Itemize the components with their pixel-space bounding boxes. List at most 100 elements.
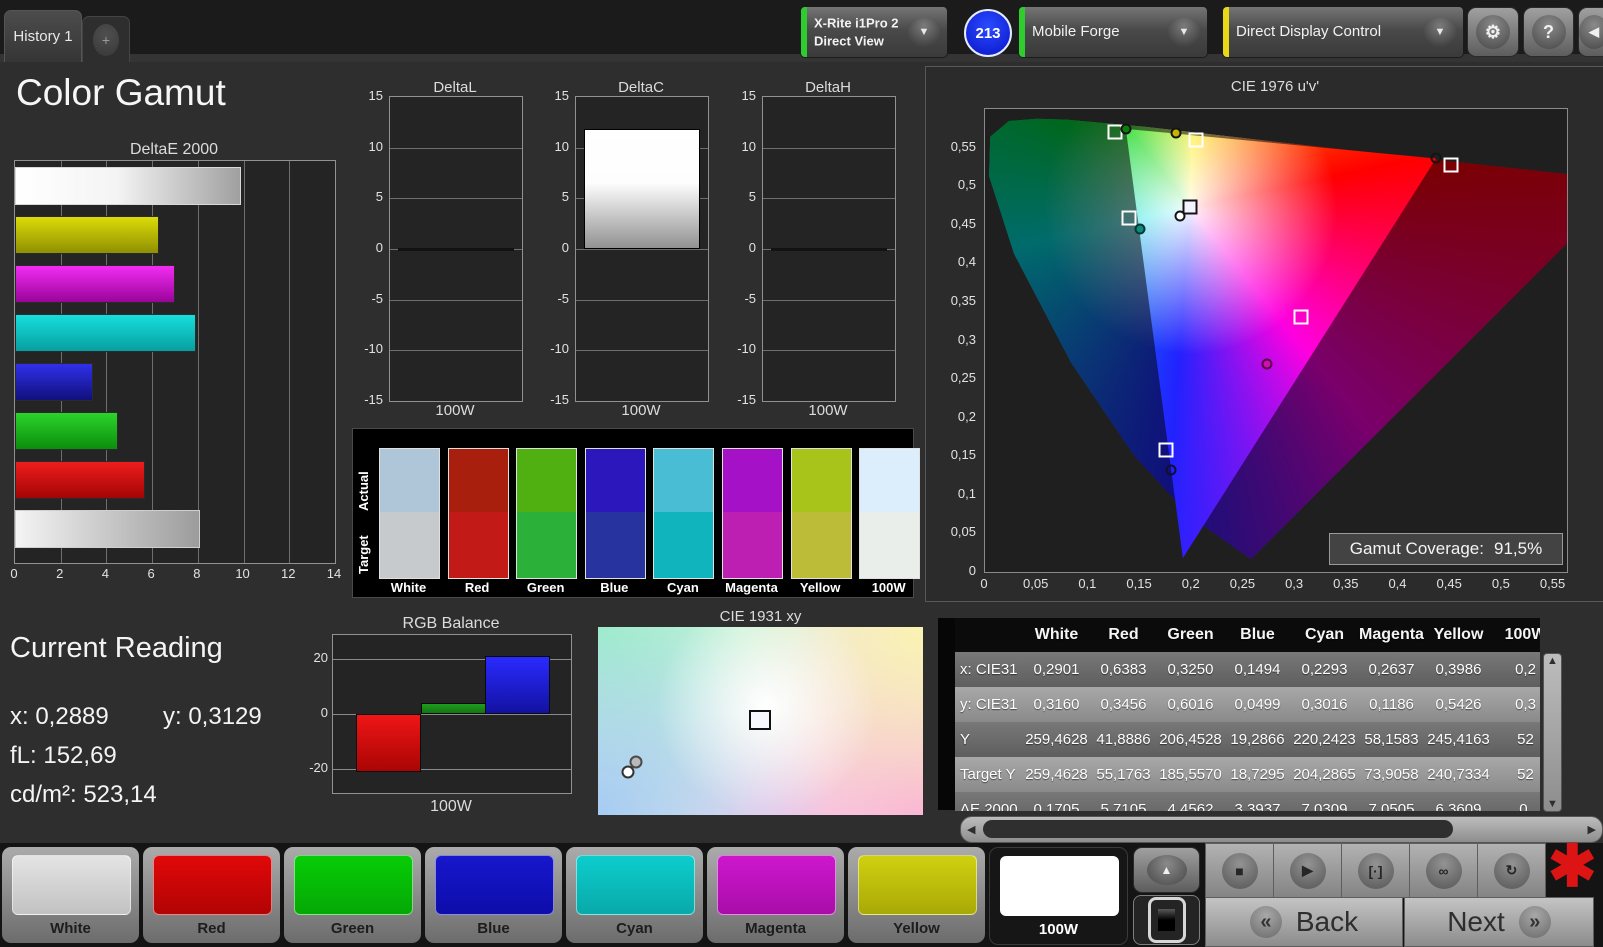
back-button[interactable]: « Back: [1205, 897, 1403, 947]
settings-button[interactable]: ⚙: [1467, 7, 1519, 57]
table-cell: 0,3: [1515, 696, 1536, 713]
table-cell: 0,2901: [1033, 661, 1080, 678]
question-icon: ?: [1531, 15, 1566, 49]
delta-y-tick-label: 10: [554, 138, 569, 154]
cie1976-y-tick-label: 0,5: [957, 177, 976, 193]
table-column-header: Blue: [1240, 626, 1275, 643]
play-button[interactable]: ▶: [1273, 843, 1342, 898]
pattern-swatch: [294, 855, 413, 915]
table-cell: 0,3456: [1100, 696, 1147, 713]
scroll-down-icon[interactable]: ▼: [1547, 798, 1558, 810]
stop-button[interactable]: ■: [1205, 843, 1274, 898]
cie1976-x-tick-label: 0: [980, 576, 988, 591]
deltae-x-tick-label: 6: [147, 566, 155, 581]
pattern-button-green[interactable]: Green: [284, 847, 421, 943]
pattern-button-label: Yellow: [893, 920, 940, 937]
swatch-target-color: [585, 512, 645, 578]
table-row[interactable]: x: CIE31 0,2901 0,6383 0,3250 0,1494 0,2293 0,…: [955, 652, 1540, 687]
table-row-label: y: CIE31: [960, 696, 1018, 713]
pattern-button-100w[interactable]: 100W: [989, 847, 1128, 945]
source-status-stripe: [1019, 7, 1025, 57]
window-pattern-button[interactable]: [1133, 895, 1200, 945]
reading-fL: fL: 152,69: [10, 742, 117, 769]
swatch-target-color: [654, 512, 714, 578]
cie1976-panel: CIE 1976 u'v' Gamut Coverage: 91,5% 0,55…: [925, 66, 1603, 602]
scroll-left-icon[interactable]: ◀: [967, 823, 975, 836]
meter-dropdown[interactable]: X-Rite i1Pro 2 Direct View ▼: [800, 6, 948, 58]
cie1976-y-tick-label: 0,1: [957, 485, 976, 501]
frame-button[interactable]: [·]: [1341, 843, 1410, 898]
deltae-x-tick-label: 10: [235, 566, 250, 581]
swatch-label: Magenta: [725, 580, 778, 595]
pattern-button-red[interactable]: Red: [143, 847, 280, 943]
table-cell: 73,9058: [1364, 766, 1419, 783]
deltae-chart-title: DeltaE 2000: [129, 141, 219, 158]
delta-chart-deltac: [575, 96, 709, 402]
table-cell: 0,0499: [1234, 696, 1281, 713]
delta-y-tick-label: -10: [364, 341, 383, 357]
delta-bar-zero: [771, 248, 887, 251]
delta-chart-title: DeltaC: [618, 79, 664, 96]
pattern-bar-expand-button[interactable]: ▲: [1133, 847, 1200, 893]
rgb-bar-blue: [485, 656, 551, 714]
table-row-label: Y: [960, 731, 971, 748]
current-reading-title: Current Reading: [10, 632, 223, 664]
swatch-magenta: [722, 448, 783, 579]
source-dropdown[interactable]: Mobile Forge ▼: [1018, 6, 1208, 58]
chevrons-left-icon: «: [1249, 906, 1282, 938]
table-row[interactable]: Y 259,4628 41,8886 206,4528 19,2866 220,2423 5…: [955, 722, 1540, 757]
swatch-white: [379, 448, 440, 579]
delta-bar: [584, 129, 700, 249]
table-row[interactable]: ΔE 2000 0,1705 5,7105 4,4562 3,3937 7,0309 7,0…: [955, 792, 1540, 811]
table-column-header: Yellow: [1433, 626, 1484, 643]
rgb-y-tick-label: 0: [320, 705, 328, 720]
display-control-status-stripe: [1223, 7, 1229, 57]
refresh-button[interactable]: ↻: [1477, 843, 1546, 898]
delta-y-tick-label: -5: [557, 290, 569, 306]
table-cell: 0,1186: [1369, 696, 1414, 713]
table-cell: 58,1583: [1364, 731, 1419, 748]
gridline: [763, 350, 895, 352]
delta-y-tick-label: 0: [748, 240, 756, 255]
table-row[interactable]: Target Y 259,4628 55,1763 185,5570 18,7295 20…: [955, 757, 1540, 792]
table-cell: 259,4628: [1025, 731, 1088, 748]
table-cell: 220,2423: [1293, 731, 1356, 748]
table-horizontal-scrollbar[interactable]: ◀ ▶: [960, 816, 1603, 843]
scrollbar-thumb[interactable]: [983, 820, 1453, 838]
cie1976-y-tick-label: 0,45: [950, 215, 976, 231]
pattern-button-magenta[interactable]: Magenta: [707, 847, 844, 943]
table-column-header: Green: [1167, 626, 1214, 643]
alert-asterisk-icon: ✱: [1548, 834, 1597, 899]
table-cell: 0,3160: [1033, 696, 1080, 713]
chevron-down-icon: ▼: [1422, 17, 1458, 47]
cie1976-y-tick-label: 0,3: [957, 331, 976, 347]
next-button[interactable]: Next »: [1404, 897, 1594, 947]
rgb-balance-x-label: 100W: [430, 798, 472, 815]
pattern-button-label: Blue: [477, 920, 510, 937]
meter-name: X-Rite i1Pro 2: [814, 15, 899, 31]
collapse-panel-button[interactable]: ◀: [1578, 7, 1603, 57]
table-vertical-scrollbar[interactable]: ▲ ▼: [1543, 653, 1562, 812]
pattern-button-yellow[interactable]: Yellow: [848, 847, 985, 943]
cie-actual-yellow: [1170, 127, 1182, 139]
meter-count-badge[interactable]: 213: [964, 9, 1012, 57]
help-button[interactable]: ?: [1523, 7, 1574, 57]
table-cell: 0,1705: [1033, 801, 1080, 811]
pattern-button-blue[interactable]: Blue: [425, 847, 562, 943]
deltae-bar-white: [15, 167, 242, 205]
tab-history-1[interactable]: History 1: [4, 10, 82, 62]
delta-y-tick-label: -5: [371, 290, 383, 306]
table-row[interactable]: y: CIE31 0,3160 0,3456 0,6016 0,0499 0,3016 0,…: [955, 687, 1540, 722]
plus-icon: +: [93, 23, 119, 56]
display-control-dropdown[interactable]: Direct Display Control ▼: [1222, 6, 1464, 58]
cie-actual-red: [1430, 152, 1442, 164]
table-cell: 7,0505: [1368, 801, 1415, 811]
table-cell: 0,6016: [1167, 696, 1214, 713]
pattern-button-cyan[interactable]: Cyan: [566, 847, 703, 943]
pattern-button-white[interactable]: White: [2, 847, 139, 943]
table-cell: 6,3609: [1435, 801, 1482, 811]
loop-button[interactable]: ∞: [1409, 843, 1478, 898]
new-tab-button[interactable]: +: [82, 16, 130, 62]
scroll-up-icon[interactable]: ▲: [1547, 655, 1558, 667]
pattern-button-label: White: [50, 920, 91, 937]
